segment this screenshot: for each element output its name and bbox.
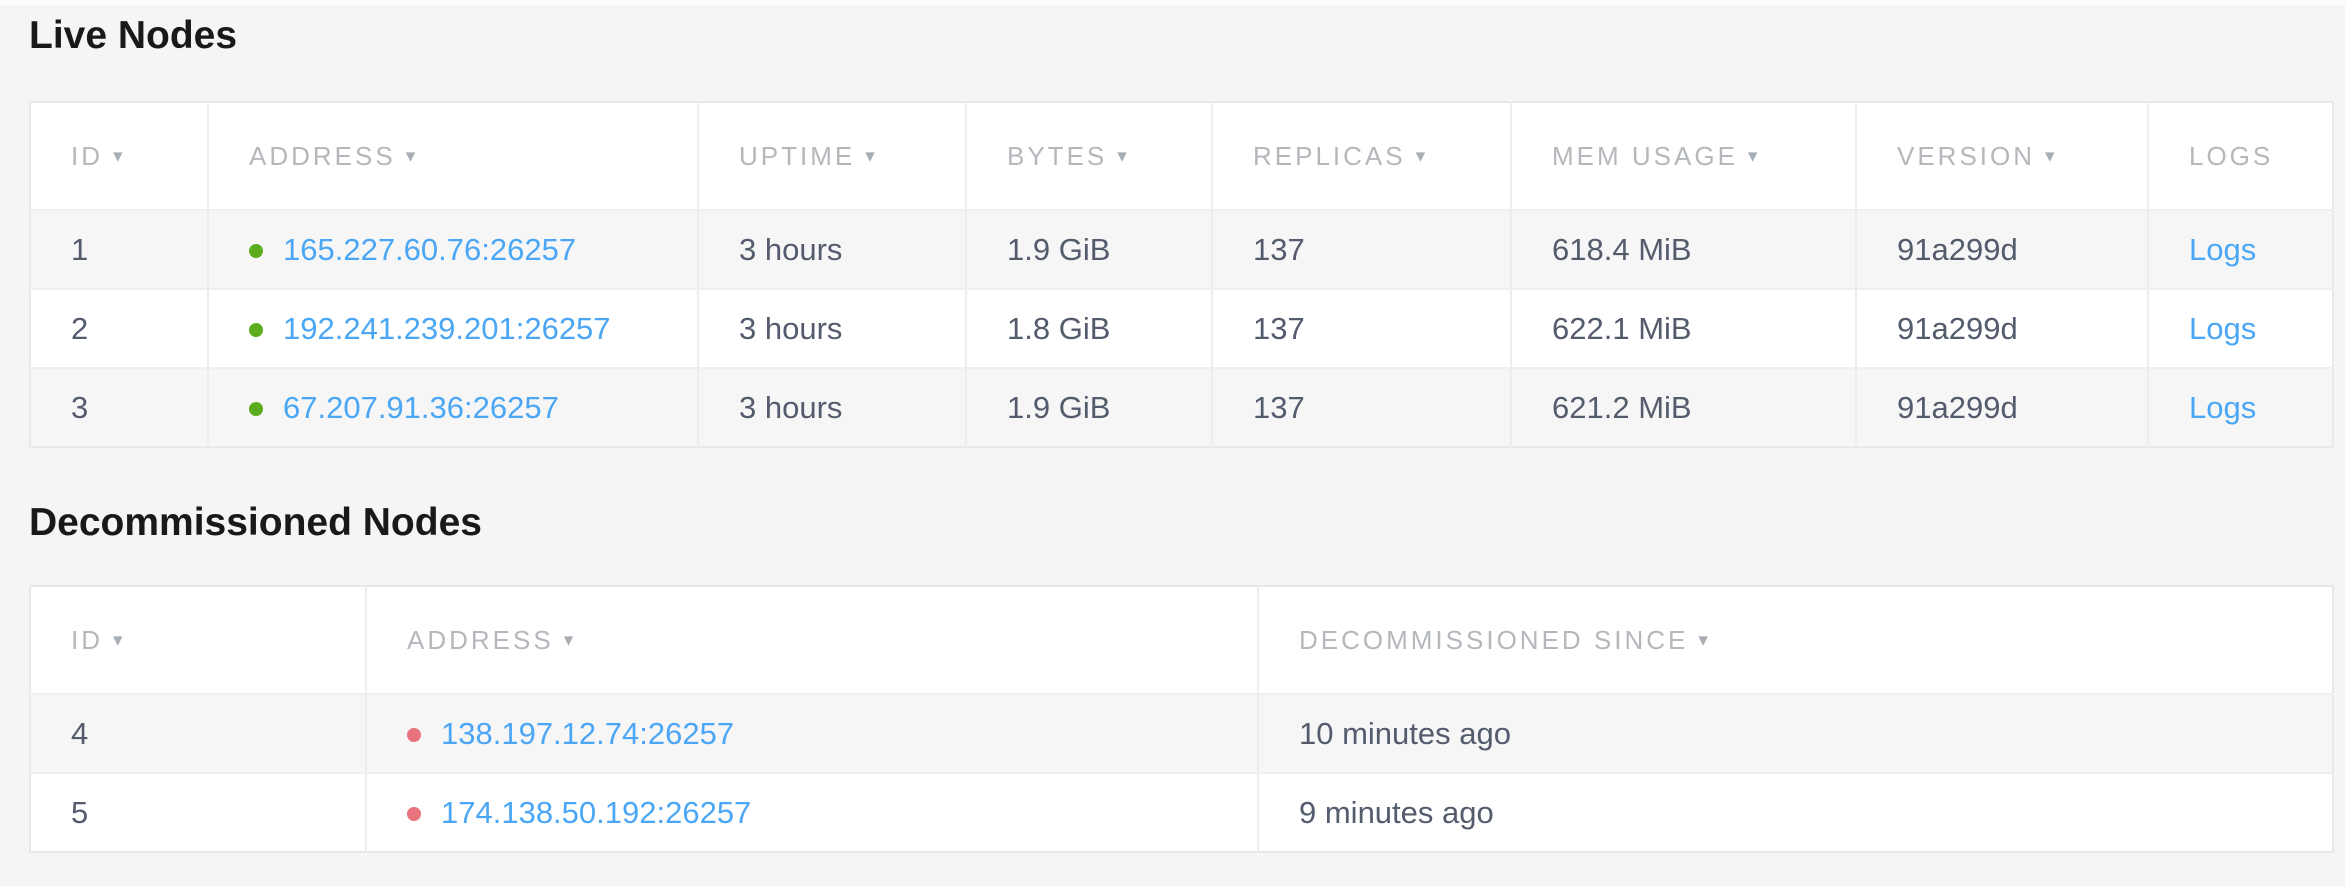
- column-header-label: ADDRESS: [249, 141, 396, 171]
- node-id-cell: 3: [30, 368, 208, 447]
- node-replicas-cell: 137: [1212, 368, 1511, 447]
- node-address-cell: 174.138.50.192:26257: [366, 773, 1258, 852]
- node-logs-link[interactable]: Logs: [2189, 390, 2256, 425]
- sort-arrow-icon: ▾: [406, 146, 416, 167]
- decommissioned-nodes-table: ID ▾ ADDRESS ▾ DECOMMISSIONED SINCE ▾ 4 138…: [29, 585, 2334, 853]
- node-id-cell: 2: [30, 289, 208, 368]
- column-header-label: MEM USAGE: [1552, 141, 1738, 171]
- node-live-status-dot-icon: [249, 244, 263, 258]
- node-logs-cell: Logs: [2148, 368, 2333, 447]
- node-decommissioned-since-cell: 10 minutes ago: [1258, 694, 2333, 773]
- table-row: 2 192.241.239.201:26257 3 hours 1.8 GiB …: [30, 289, 2333, 368]
- node-address-link[interactable]: 174.138.50.192:26257: [441, 795, 751, 830]
- column-header-label: LOGS: [2189, 141, 2273, 171]
- sort-arrow-icon: ▾: [113, 146, 123, 167]
- column-header-label: ADDRESS: [407, 625, 554, 655]
- column-header-uptime[interactable]: UPTIME ▾: [698, 102, 966, 210]
- node-replicas-cell: 137: [1212, 210, 1511, 289]
- node-live-status-dot-icon: [249, 323, 263, 337]
- column-header-label: UPTIME: [739, 141, 855, 171]
- node-replicas-cell: 137: [1212, 289, 1511, 368]
- node-address-cell: 192.241.239.201:26257: [208, 289, 698, 368]
- sort-arrow-icon: ▾: [564, 630, 574, 651]
- node-address-cell: 165.227.60.76:26257: [208, 210, 698, 289]
- column-header-label: ID: [71, 141, 103, 171]
- node-id-cell: 1: [30, 210, 208, 289]
- node-id-cell: 4: [30, 694, 366, 773]
- table-row: 3 67.207.91.36:26257 3 hours 1.9 GiB 137…: [30, 368, 2333, 447]
- sort-arrow-icon: ▾: [1117, 146, 1127, 167]
- node-address-link[interactable]: 192.241.239.201:26257: [283, 311, 611, 346]
- node-uptime-cell: 3 hours: [698, 210, 966, 289]
- column-header-version[interactable]: VERSION ▾: [1856, 102, 2148, 210]
- table-row: 1 165.227.60.76:26257 3 hours 1.9 GiB 13…: [30, 210, 2333, 289]
- sort-arrow-icon: ▾: [2045, 146, 2055, 167]
- node-mem-usage-cell: 622.1 MiB: [1511, 289, 1856, 368]
- sort-arrow-icon: ▾: [1416, 146, 1426, 167]
- node-decommissioned-status-dot-icon: [407, 728, 421, 742]
- node-live-status-dot-icon: [249, 402, 263, 416]
- node-id-cell: 5: [30, 773, 366, 852]
- sort-arrow-icon: ▾: [1698, 630, 1708, 651]
- node-decommissioned-since-cell: 9 minutes ago: [1258, 773, 2333, 852]
- decommissioned-nodes-title: Decommissioned Nodes: [29, 500, 2345, 546]
- node-version-cell: 91a299d: [1856, 368, 2148, 447]
- live-nodes-section: Live Nodes ID ▾ ADDRESS ▾ UPTIME ▾: [29, 13, 2345, 448]
- node-uptime-cell: 3 hours: [698, 368, 966, 447]
- column-header-bytes[interactable]: BYTES ▾: [966, 102, 1212, 210]
- node-logs-link[interactable]: Logs: [2189, 232, 2256, 267]
- node-version-cell: 91a299d: [1856, 210, 2148, 289]
- column-header-logs: LOGS: [2148, 102, 2333, 210]
- node-mem-usage-cell: 618.4 MiB: [1511, 210, 1856, 289]
- node-address-link[interactable]: 138.197.12.74:26257: [441, 716, 734, 751]
- column-header-label: DECOMMISSIONED SINCE: [1299, 625, 1688, 655]
- node-decommissioned-status-dot-icon: [407, 807, 421, 821]
- column-header-decommissioned-since[interactable]: DECOMMISSIONED SINCE ▾: [1258, 586, 2333, 694]
- top-strip: [0, 0, 2345, 7]
- column-header-label: REPLICAS: [1253, 141, 1406, 171]
- column-header-label: BYTES: [1007, 141, 1107, 171]
- node-bytes-cell: 1.8 GiB: [966, 289, 1212, 368]
- column-header-id[interactable]: ID ▾: [30, 586, 366, 694]
- sort-arrow-icon: ▾: [113, 630, 123, 651]
- table-header-row: ID ▾ ADDRESS ▾ UPTIME ▾ BYTES ▾ REPLICAS ▾: [30, 102, 2333, 210]
- node-address-cell: 67.207.91.36:26257: [208, 368, 698, 447]
- column-header-replicas[interactable]: REPLICAS ▾: [1212, 102, 1511, 210]
- nodes-page: Live Nodes ID ▾ ADDRESS ▾ UPTIME ▾: [0, 13, 2345, 853]
- table-row: 4 138.197.12.74:26257 10 minutes ago: [30, 694, 2333, 773]
- column-header-mem-usage[interactable]: MEM USAGE ▾: [1511, 102, 1856, 210]
- column-header-label: ID: [71, 625, 103, 655]
- column-header-address[interactable]: ADDRESS ▾: [366, 586, 1258, 694]
- node-logs-cell: Logs: [2148, 210, 2333, 289]
- live-nodes-title: Live Nodes: [29, 13, 2345, 59]
- node-logs-cell: Logs: [2148, 289, 2333, 368]
- node-address-cell: 138.197.12.74:26257: [366, 694, 1258, 773]
- node-uptime-cell: 3 hours: [698, 289, 966, 368]
- column-header-address[interactable]: ADDRESS ▾: [208, 102, 698, 210]
- node-bytes-cell: 1.9 GiB: [966, 368, 1212, 447]
- decommissioned-nodes-section: Decommissioned Nodes ID ▾ ADDRESS ▾ DECOMM…: [29, 500, 2345, 853]
- node-logs-link[interactable]: Logs: [2189, 311, 2256, 346]
- column-header-id[interactable]: ID ▾: [30, 102, 208, 210]
- table-row: 5 174.138.50.192:26257 9 minutes ago: [30, 773, 2333, 852]
- table-header-row: ID ▾ ADDRESS ▾ DECOMMISSIONED SINCE ▾: [30, 586, 2333, 694]
- node-address-link[interactable]: 165.227.60.76:26257: [283, 232, 576, 267]
- node-version-cell: 91a299d: [1856, 289, 2148, 368]
- live-nodes-table: ID ▾ ADDRESS ▾ UPTIME ▾ BYTES ▾ REPLICAS ▾: [29, 101, 2334, 448]
- sort-arrow-icon: ▾: [865, 146, 875, 167]
- column-header-label: VERSION: [1897, 141, 2035, 171]
- sort-arrow-icon: ▾: [1748, 146, 1758, 167]
- node-bytes-cell: 1.9 GiB: [966, 210, 1212, 289]
- node-mem-usage-cell: 621.2 MiB: [1511, 368, 1856, 447]
- node-address-link[interactable]: 67.207.91.36:26257: [283, 390, 559, 425]
